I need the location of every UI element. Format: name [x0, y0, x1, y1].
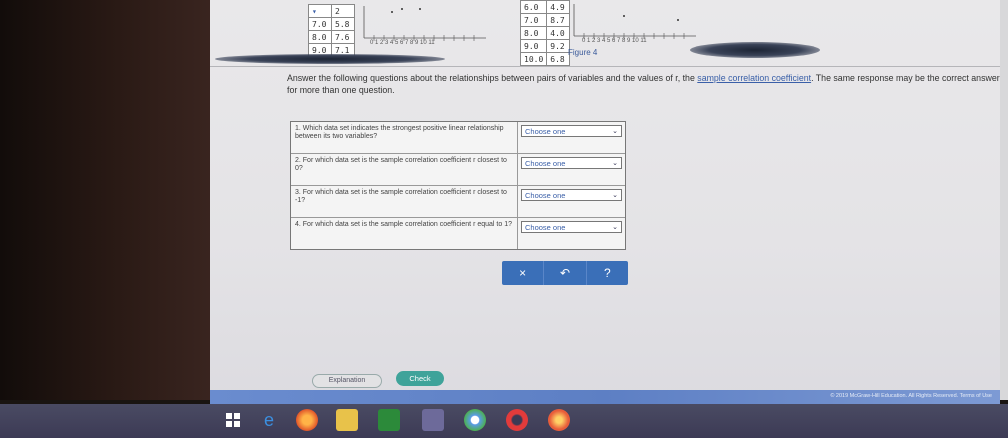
chevron-down-icon: ⌄	[612, 192, 618, 199]
answer-dropdown-3[interactable]: Choose one ⌄	[521, 189, 622, 201]
table-cell: 8.0	[308, 30, 332, 44]
divider	[210, 66, 1000, 67]
answer-dropdown-1[interactable]: Choose one ⌄	[521, 125, 622, 137]
graph-tick-labels: 0 1 2 3 4 5 6 7 8 9 10 11	[582, 38, 647, 44]
answer-dropdown-2[interactable]: Choose one ⌄	[521, 157, 622, 169]
table-cell: 7.6	[331, 30, 355, 44]
table-row: 8.0 7.6	[308, 30, 355, 44]
clear-button[interactable]: ×	[502, 261, 545, 285]
table-cell: 7.0	[308, 17, 332, 31]
table-row: 7.0 8.7	[519, 13, 571, 27]
screen-smudge	[215, 54, 445, 64]
explanation-button[interactable]: Explanation	[312, 374, 382, 388]
firefox-icon[interactable]	[296, 409, 318, 431]
close-icon: ×	[519, 266, 527, 280]
questions-table: 1. Which data set indicates the stronges…	[290, 121, 626, 250]
answer-dropdown-4[interactable]: Choose one ⌄	[521, 221, 622, 233]
dropdown-value: Choose one	[525, 222, 566, 232]
taskbar	[0, 404, 1008, 438]
dropdown-value: Choose one	[525, 190, 566, 200]
windows-icon[interactable]	[222, 409, 244, 431]
opera-icon[interactable]	[506, 409, 528, 431]
table-row: 6.0 4.9	[519, 0, 571, 14]
table-cell: 9.2	[546, 39, 571, 53]
table-cell: 8.7	[546, 13, 571, 27]
table-row: 10.0 6.8	[519, 52, 571, 66]
answer-cell: Choose one ⌄	[518, 218, 625, 249]
data-sets-strip: ▾ 2 7.0 5.8 8.0 7.6 9.0 7.1 0 1 2 3 4 5 …	[210, 0, 1000, 66]
data-table-4: 6.0 4.9 7.0 8.7 8.0 4.0 9.0 9.2 10.0 6.8	[519, 0, 571, 66]
table-cell: 7.0	[519, 13, 548, 27]
app-icon[interactable]	[548, 409, 570, 431]
figure-label: Figure 4	[568, 48, 598, 57]
question-row: 4. For which data set is the sample corr…	[291, 218, 625, 249]
prompt-text: Answer the following questions about the…	[287, 73, 698, 83]
answer-cell: Choose one ⌄	[518, 154, 625, 185]
answer-cell: Choose one ⌄	[518, 186, 625, 217]
chrome-icon[interactable]	[464, 409, 486, 431]
screen-smudge	[690, 42, 820, 58]
question-text: 1. Which data set indicates the stronges…	[291, 122, 518, 153]
table-cell: ▾	[308, 4, 332, 18]
browser-page: ▾ 2 7.0 5.8 8.0 7.6 9.0 7.1 0 1 2 3 4 5 …	[210, 0, 1000, 404]
monitor-bezel	[0, 0, 215, 400]
table-row: 7.0 5.8	[308, 17, 355, 31]
question-prompt: Answer the following questions about the…	[287, 72, 1000, 96]
help-icon: ?	[603, 266, 611, 280]
table-cell: 9.0	[519, 39, 548, 53]
answer-toolbar: × ↶ ?	[502, 261, 628, 285]
table-row: 8.0 4.0	[519, 26, 571, 40]
question-row: 3. For which data set is the sample corr…	[291, 186, 625, 218]
question-text: 4. For which data set is the sample corr…	[291, 218, 518, 249]
table-row: ▾ 2	[308, 4, 355, 18]
question-text: 3. For which data set is the sample corr…	[291, 186, 518, 217]
answer-cell: Choose one ⌄	[518, 122, 625, 153]
file-explorer-icon[interactable]	[336, 409, 358, 431]
question-text: 2. For which data set is the sample corr…	[291, 154, 518, 185]
chevron-down-icon: ⌄	[612, 128, 618, 135]
table-cell: 6.0	[519, 0, 548, 14]
question-row: 1. Which data set indicates the stronges…	[291, 122, 625, 154]
check-button[interactable]: Check	[396, 371, 444, 386]
scatter-plot-3	[363, 6, 486, 41]
store-icon[interactable]	[378, 409, 400, 431]
undo-icon: ↶	[559, 266, 571, 280]
table-cell: 4.0	[546, 26, 571, 40]
chevron-down-icon: ⌄	[612, 160, 618, 167]
dropdown-value: Choose one	[525, 126, 566, 136]
sample-correlation-link[interactable]: sample correlation coefficient	[697, 73, 811, 83]
copyright-text: © 2019 McGraw-Hill Education. All Rights…	[830, 393, 992, 399]
data-table-3: ▾ 2 7.0 5.8 8.0 7.6 9.0 7.1	[308, 4, 355, 57]
table-cell: 2	[331, 4, 355, 18]
photos-icon[interactable]	[422, 409, 444, 431]
table-row: 9.0 9.2	[519, 39, 571, 53]
scatter-plot-4	[573, 4, 696, 39]
chevron-down-icon: ⌄	[612, 224, 618, 231]
graph-tick-labels: 0 1 2 3 4 5 6 7 8 9 10 11	[370, 40, 435, 46]
edge-icon[interactable]: e	[258, 409, 280, 431]
table-cell: 10.0	[519, 52, 548, 66]
table-cell: 6.8	[546, 52, 571, 66]
question-row: 2. For which data set is the sample corr…	[291, 154, 625, 186]
help-button[interactable]: ?	[587, 261, 628, 285]
table-cell: 8.0	[519, 26, 548, 40]
undo-button[interactable]: ↶	[544, 261, 587, 285]
dropdown-value: Choose one	[525, 158, 566, 168]
table-cell: 5.8	[331, 17, 355, 31]
table-cell: 4.9	[546, 0, 571, 14]
